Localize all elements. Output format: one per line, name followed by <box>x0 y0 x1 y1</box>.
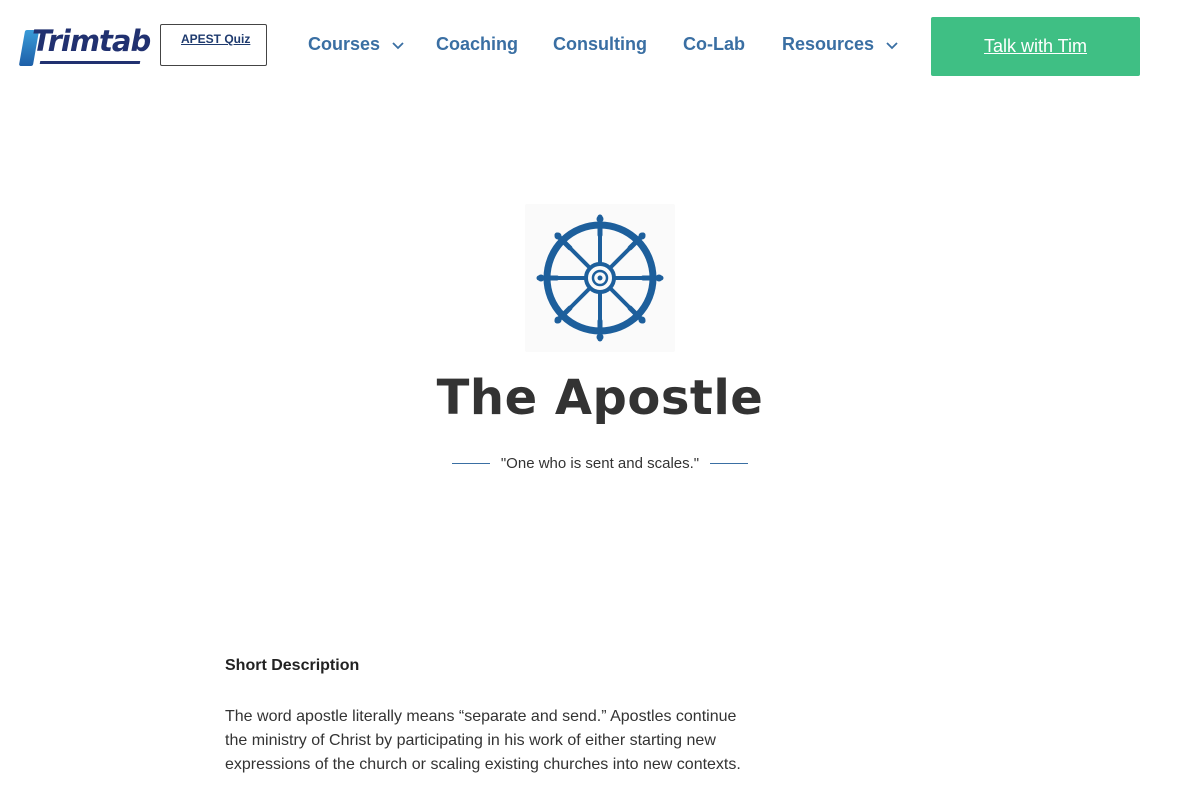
nav-colab-label: Co-Lab <box>683 34 745 54</box>
tagline: "One who is sent and scales." <box>500 454 700 472</box>
nav-coaching-label: Coaching <box>436 34 519 54</box>
chevron-down-icon <box>392 41 404 49</box>
nav-coaching[interactable]: Coaching <box>436 34 518 55</box>
nav-resources[interactable]: Resources <box>782 34 900 55</box>
talk-with-tim-button[interactable]: Talk with Tim <box>931 17 1140 76</box>
nav-courses[interactable]: Courses <box>308 34 406 55</box>
nav-consulting[interactable]: Consulting <box>553 34 647 55</box>
chevron-down-icon <box>886 41 898 49</box>
apest-quiz-button[interactable]: APEST Quiz <box>160 24 267 66</box>
nav-courses-label: Courses <box>308 34 381 54</box>
ship-wheel-icon <box>525 204 675 352</box>
page-title: The Apostle <box>436 370 764 426</box>
section-body: The word apostle literally means “separa… <box>225 708 741 773</box>
trimtab-logo[interactable]: Trimtab <box>18 24 151 68</box>
logo-text: Trimtab <box>32 24 151 58</box>
divider-left <box>451 462 490 464</box>
tagline-block: "One who is sent and scales." <box>450 452 750 474</box>
section-heading: Short Description <box>225 657 360 674</box>
nav-resources-label: Resources <box>782 34 875 54</box>
nav-consulting-label: Consulting <box>553 34 647 54</box>
divider-right <box>710 462 749 464</box>
logo-underline <box>39 61 141 64</box>
nav-colab[interactable]: Co-Lab <box>683 34 745 55</box>
